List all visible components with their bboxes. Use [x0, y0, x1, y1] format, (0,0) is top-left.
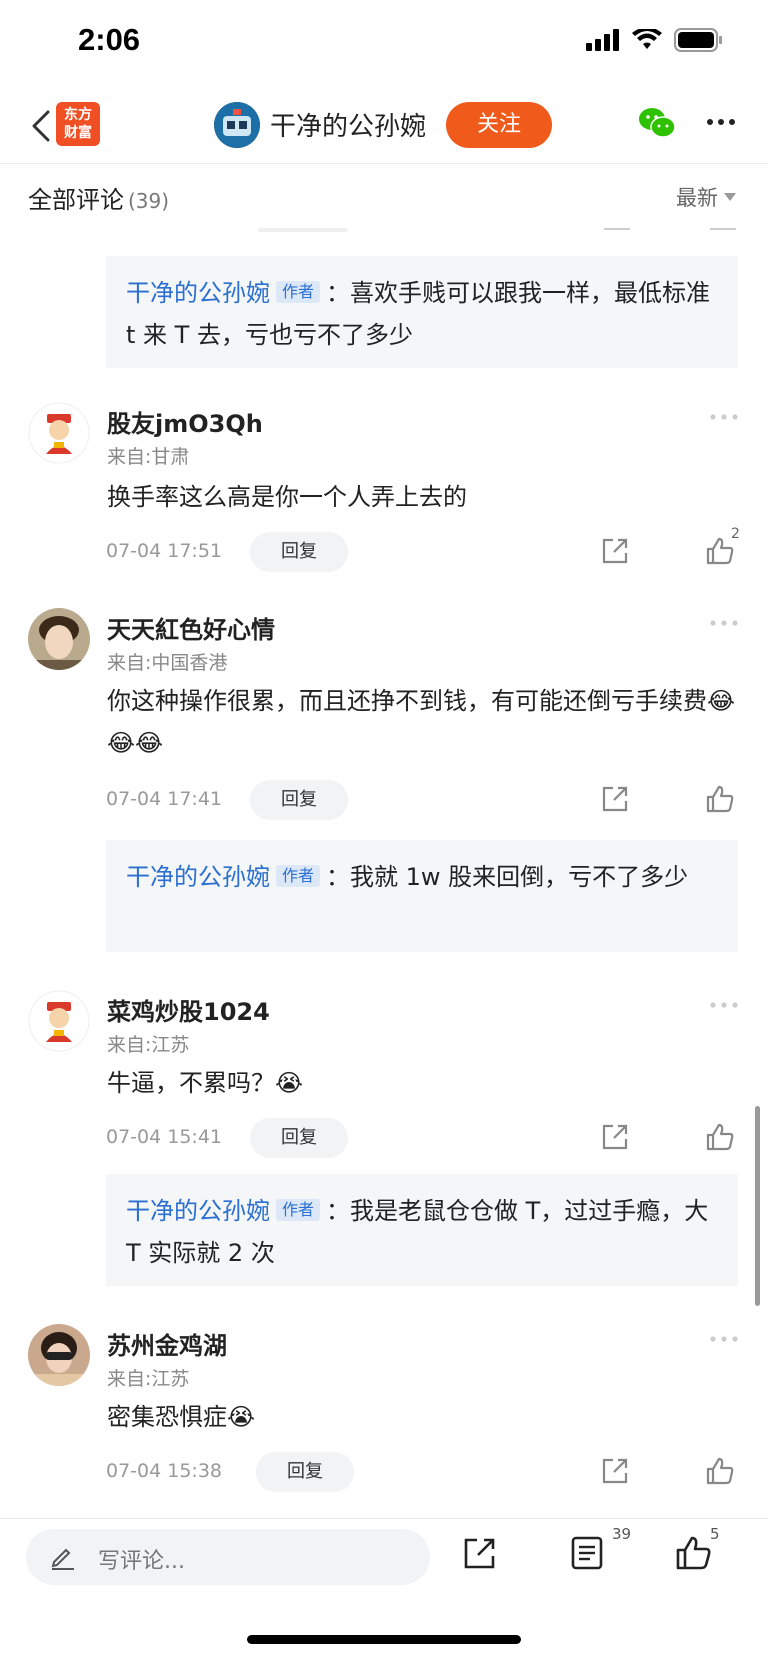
photo-avatar-icon [28, 1324, 90, 1386]
status-bar: 2:06 [0, 0, 768, 88]
comment-time: 07-04 15:41 [106, 1126, 223, 1148]
comment-more-icon[interactable] [710, 620, 738, 626]
share-icon[interactable] [600, 784, 630, 814]
comment-item: 菜鸡炒股1024 来自:江苏 牛逼，不累吗？😭 07-04 15:41 回复 [0, 990, 768, 1160]
user-name[interactable]: 天天紅色好心情 [107, 610, 275, 645]
reply-button[interactable]: 回复 [250, 780, 348, 820]
reply-button[interactable]: 回复 [250, 532, 348, 572]
caret-down-icon [724, 193, 736, 201]
reply-button[interactable]: 回复 [256, 1452, 354, 1492]
like-count-badge: 5 [710, 1525, 720, 1543]
robot-avatar-icon [214, 102, 260, 148]
comments-list-icon[interactable] [570, 1535, 604, 1571]
comment-time: 07-04 17:51 [106, 540, 223, 562]
share-icon[interactable] [600, 1122, 630, 1152]
user-name[interactable]: 股友jmO3Qh [107, 404, 263, 439]
user-avatar[interactable] [28, 608, 90, 670]
comments-count: (39) [128, 189, 170, 213]
user-location: 来自:甘肃 [107, 446, 190, 468]
reply-button[interactable]: 回复 [250, 1118, 348, 1158]
share-icon[interactable] [600, 536, 630, 566]
comments-title: 全部评论 (39) [28, 180, 169, 215]
battery-icon [674, 28, 722, 52]
share-icon[interactable] [462, 1535, 498, 1571]
reply-text: ：我就 1w 股来回倒，亏不了多少 [326, 863, 689, 891]
signal-icon [586, 29, 619, 51]
author-tag: 作者 [276, 1199, 321, 1221]
comment-more-icon[interactable] [710, 414, 738, 420]
wechat-icon[interactable] [638, 106, 676, 140]
fortune-god-avatar-icon [28, 990, 90, 1052]
comment-text: 你这种操作很累，而且还挣不到钱，有可能还倒亏手续费😂😂😂 [107, 687, 736, 757]
like-count: 2 [731, 526, 740, 542]
thumbs-up-icon[interactable] [705, 1122, 735, 1152]
comment-time: 07-04 15:38 [106, 1460, 223, 1482]
author-reply[interactable]: 干净的公孙婉 作者 ：喜欢手贱可以跟我一样，最低标准 t 来 T 去，亏也亏不了多少 [106, 256, 738, 368]
author-avatar[interactable] [214, 102, 260, 148]
brand-logo-line2: 财富 [64, 125, 92, 141]
reply-author-name[interactable]: 干净的公孙婉 [126, 279, 270, 307]
status-time: 2:06 [78, 22, 141, 57]
thumbs-up-icon[interactable] [675, 1535, 713, 1571]
comment-text: 牛逼，不累吗？😭 [107, 1069, 304, 1097]
share-icon[interactable] [600, 1456, 630, 1486]
brand-logo[interactable]: 东方 财富 [56, 102, 100, 146]
fortune-god-avatar-icon [28, 402, 90, 464]
user-avatar[interactable] [28, 1324, 90, 1386]
user-name[interactable]: 菜鸡炒股1024 [107, 992, 270, 1027]
home-indicator [247, 1635, 521, 1644]
user-location: 来自:江苏 [107, 1034, 190, 1056]
author-tag: 作者 [276, 865, 321, 887]
comment-more-icon[interactable] [710, 1002, 738, 1008]
thumbs-up-icon[interactable] [705, 784, 735, 814]
user-avatar[interactable] [28, 990, 90, 1052]
follow-button[interactable]: 关注 [446, 102, 552, 148]
sort-select[interactable]: 最新 [676, 182, 736, 212]
sort-label: 最新 [676, 186, 718, 210]
scrolled-divider [604, 228, 630, 230]
comment-text: 密集恐惧症😭 [107, 1403, 256, 1431]
comment-item: 天天紅色好心情 来自:中国香港 你这种操作很累，而且还挣不到钱，有可能还倒亏手续… [0, 608, 768, 828]
scrolled-divider [258, 228, 348, 232]
comment-input-placeholder: 写评论... [98, 1549, 185, 1574]
user-name[interactable]: 苏州金鸡湖 [107, 1326, 227, 1361]
brand-logo-line1: 东方 [64, 107, 92, 123]
author-name[interactable]: 干净的公孙婉 [270, 106, 426, 143]
comment-more-icon[interactable] [710, 1336, 738, 1342]
comment-item: 股友jmO3Qh 来自:甘肃 换手率这么高是你一个人弄上去的 07-04 17:… [0, 402, 768, 572]
author-reply[interactable]: 干净的公孙婉 作者 ：我是老鼠仓仓做 T，过过手瘾，大 T 实际就 2 次 [106, 1174, 738, 1286]
author-tag: 作者 [276, 281, 321, 303]
user-avatar[interactable] [28, 402, 90, 464]
comment-text: 换手率这么高是你一个人弄上去的 [107, 483, 467, 511]
comment-time: 07-04 17:41 [106, 788, 223, 810]
reply-author-name[interactable]: 干净的公孙婉 [126, 1197, 270, 1225]
scrolled-divider [710, 228, 736, 230]
photo-avatar-icon [28, 608, 90, 670]
author-reply[interactable]: 干净的公孙婉 作者 ：我就 1w 股来回倒，亏不了多少 [106, 840, 738, 952]
pencil-icon [51, 1548, 74, 1570]
bottom-bar: 写评论... 39 5 [0, 1518, 768, 1662]
wifi-icon [632, 29, 662, 49]
comments-header: 全部评论 (39) 最新 [0, 164, 768, 228]
reply-author-name[interactable]: 干净的公孙婉 [126, 863, 270, 891]
comment-item: 苏州金鸡湖 来自:江苏 密集恐惧症😭 07-04 15:38 回复 [0, 1324, 768, 1494]
user-location: 来自:江苏 [107, 1368, 190, 1390]
scrollbar[interactable] [755, 1106, 760, 1306]
thumbs-up-icon[interactable] [705, 1456, 735, 1486]
comment-count-badge: 39 [612, 1525, 632, 1543]
user-location: 来自:中国香港 [107, 652, 228, 674]
nav-bar: 东方 财富 干净的公孙婉 关注 [0, 88, 768, 164]
more-options-icon[interactable] [706, 118, 736, 126]
comments-title-label: 全部评论 [28, 186, 124, 214]
comment-input[interactable]: 写评论... [26, 1529, 430, 1585]
status-icons [586, 28, 724, 52]
